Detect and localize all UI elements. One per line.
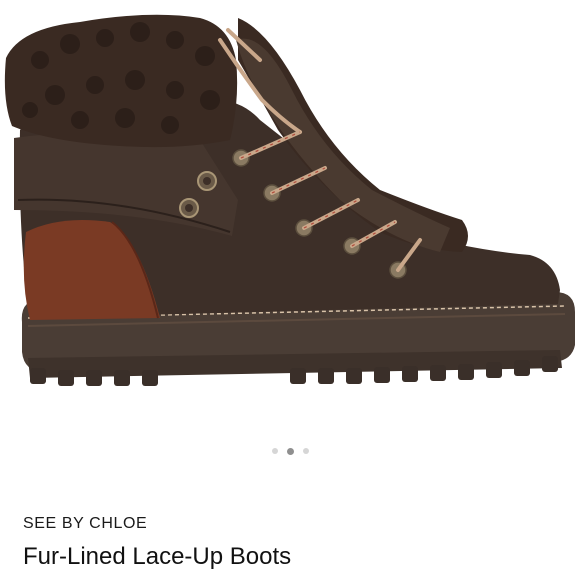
product-image[interactable]: [0, 0, 580, 430]
carousel-dot-active[interactable]: [286, 447, 294, 455]
carousel-indicator[interactable]: [0, 446, 580, 456]
carousel-dot[interactable]: [302, 448, 309, 454]
product-title: Fur-Lined Lace-Up Boots: [23, 543, 292, 570]
boot-image-icon: [4, 14, 576, 386]
carousel-dot[interactable]: [271, 448, 278, 454]
product-brand[interactable]: SEE BY CHLOE: [23, 515, 147, 533]
